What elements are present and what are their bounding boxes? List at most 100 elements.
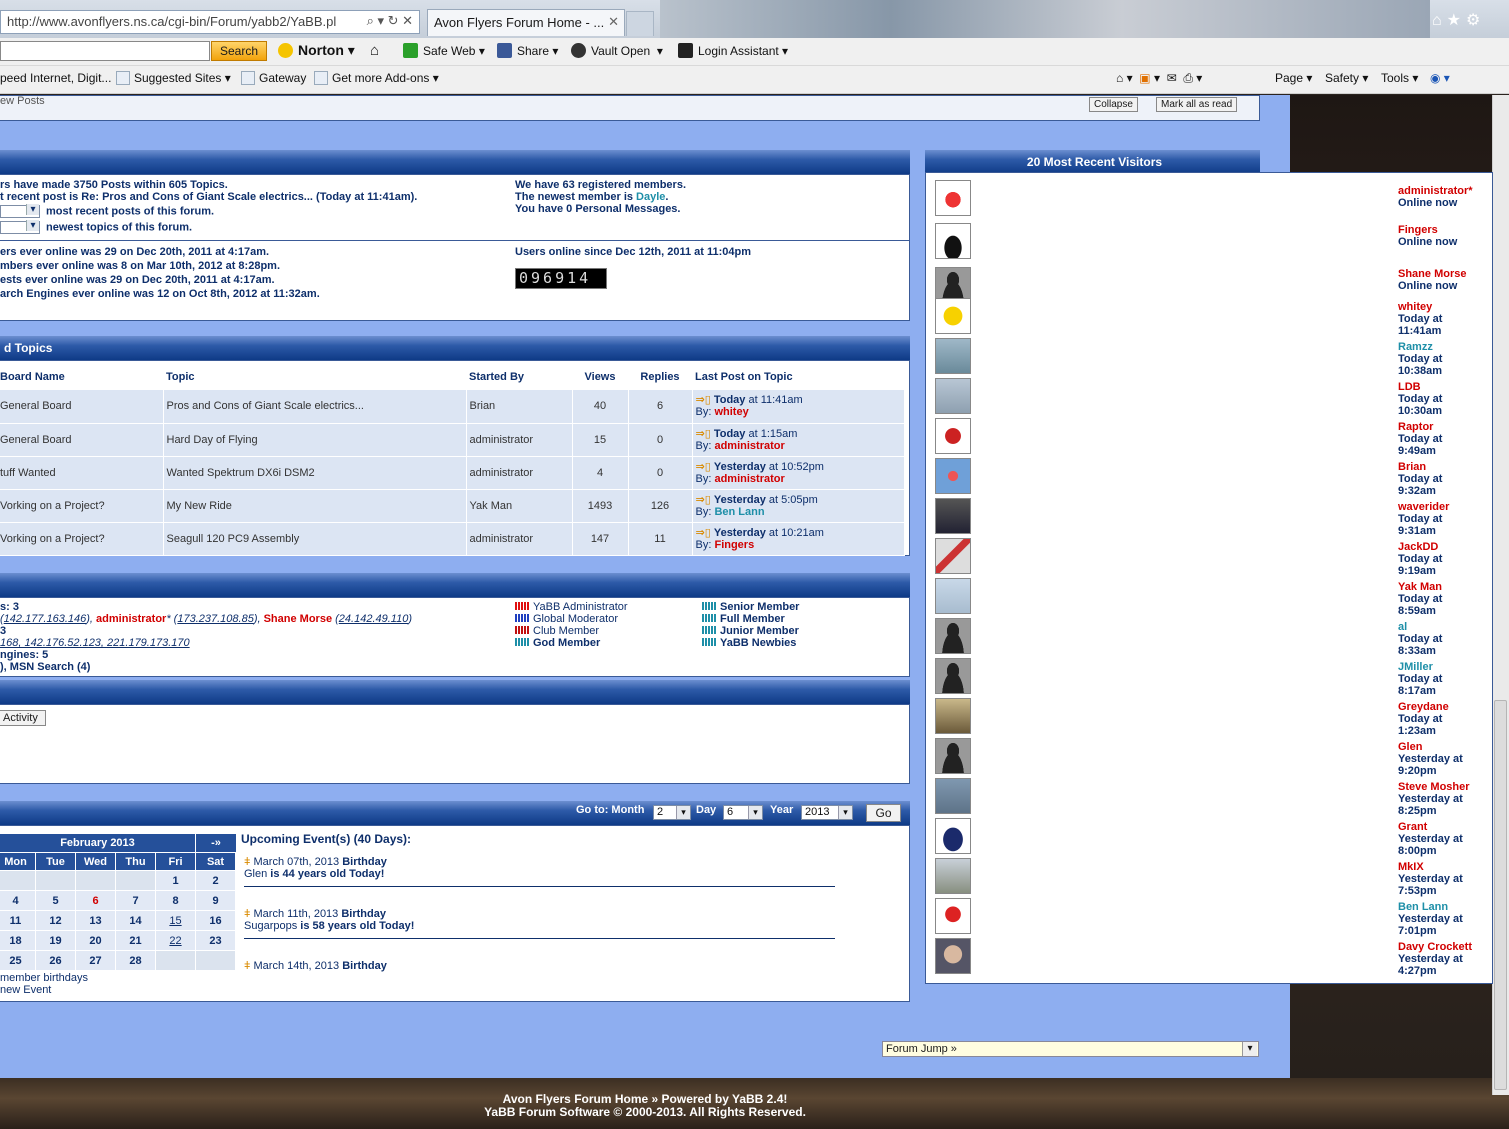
last-post-arrow-icon[interactable]: ⇒▯ [696,461,711,473]
last-poster-link[interactable]: Fingers [714,539,754,551]
month-select[interactable]: 2 [653,805,691,820]
safety-menu[interactable]: Safety ▾ [1325,71,1368,85]
calendar-day[interactable]: 23 [195,930,236,951]
visitor-avatar[interactable] [935,778,971,814]
calendar-day[interactable]: 16 [195,910,236,931]
calendar-day[interactable]: 8 [155,890,196,911]
norton-button[interactable]: Norton ▾ [278,42,355,59]
calendar-day[interactable]: 26 [35,950,76,971]
visitor-avatar[interactable] [935,738,971,774]
favorite-suggested-sites[interactable]: Suggested Sites ▾ [116,71,231,85]
visitor-name-link[interactable]: Yak Man [1398,581,1442,593]
calendar-day[interactable]: 18 [0,930,36,951]
visitor-avatar[interactable] [935,418,971,454]
visitor-name-link[interactable]: Grant [1398,821,1427,833]
event-person[interactable]: Glen [244,868,267,880]
topic-link[interactable]: Wanted Spektrum DX6i DSM2 [163,456,467,490]
calendar-day[interactable]: 7 [115,890,156,911]
favorite-add-ons[interactable]: Get more Add-ons ▾ [314,71,439,85]
login-assistant-button[interactable]: Login Assistant ▾ [678,43,788,58]
visitor-avatar[interactable] [935,858,971,894]
scrollbar-thumb[interactable] [1494,700,1507,1090]
board-name-cell[interactable]: General Board [0,423,164,457]
favorite-internet[interactable]: peed Internet, Digit... [0,71,111,85]
last-poster-link[interactable]: Ben Lann [714,506,764,518]
visitor-name-link[interactable]: Fingers [1398,224,1438,236]
calendar-day[interactable]: 1 [155,870,196,891]
visitor-name-link[interactable]: Davy Crockett [1398,941,1472,953]
mark-all-read-button[interactable]: Mark all as read [1156,97,1238,112]
newest-topics-select[interactable] [0,220,40,234]
topic-link[interactable]: My New Ride [163,489,467,523]
visitor-name-link[interactable]: MkIX [1398,861,1424,873]
toolbar-search-button[interactable]: Search [211,41,267,61]
calendar-next-button[interactable]: -» [196,834,236,852]
visitor-name-link[interactable]: Shane Morse [1398,268,1466,280]
visitor-name-link[interactable]: JMiller [1398,661,1433,673]
last-post-arrow-icon[interactable]: ⇒▯ [696,394,711,406]
collapse-button[interactable]: Collapse [1089,97,1138,112]
home-star-gear-icons[interactable]: ⌂★⚙ [1432,10,1509,34]
visitor-avatar[interactable] [935,180,971,216]
calendar-day[interactable]: 2 [195,870,236,891]
visitor-name-link[interactable]: Steve Mosher [1398,781,1470,793]
calendar-day[interactable]: 21 [115,930,156,951]
visitor-name-link[interactable]: whitey [1398,301,1432,313]
tools-menu[interactable]: Tools ▾ [1381,71,1418,85]
visitor-avatar[interactable] [935,458,971,494]
vault-open-button[interactable]: Vault Open ▾ [571,43,663,58]
visitor-avatar[interactable] [935,938,971,974]
calendar-day[interactable]: 13 [75,910,116,931]
visitor-name-link[interactable]: Glen [1398,741,1422,753]
visitor-name-link[interactable]: Ramzz [1398,341,1433,353]
topic-link[interactable]: Pros and Cons of Giant Scale electrics..… [163,390,467,424]
page-menu[interactable]: Page ▾ [1275,71,1312,85]
visitor-name-link[interactable]: waverider [1398,501,1449,513]
visitor-name-link[interactable]: administrator* [1398,185,1473,197]
board-name-cell[interactable]: tuff Wanted [0,456,164,490]
calendar-day[interactable]: 20 [75,930,116,951]
toolbar-search-input[interactable] [0,41,210,61]
guest-ips[interactable]: 168, 142.176.52.123, 221.179.173.170 [0,637,190,649]
day-select[interactable]: 6 [723,805,763,820]
new-posts-link[interactable]: ew Posts [0,95,45,107]
calendar-day[interactable]: 6 [75,890,116,911]
ip-link-3[interactable]: 24.142.49.110 [339,613,409,625]
last-post-arrow-icon[interactable]: ⇒▯ [696,527,711,539]
calendar-day[interactable]: 27 [75,950,116,971]
browser-tab-active[interactable]: Avon Flyers Forum Home - ... ✕ [427,9,625,36]
calendar-day[interactable]: 4 [0,890,36,911]
address-actions-icon[interactable]: ⌕ ▾ ↻ ✕ [367,13,413,29]
address-bar[interactable]: http://www.avonflyers.ns.ca/cgi-bin/Foru… [0,10,420,34]
last-poster-link[interactable]: whitey [714,406,748,418]
calendar-day[interactable]: 25 [0,950,36,971]
command-icons[interactable]: ⌂ ▾ ▣ ▾ ✉ ⎙ ▾ [1116,71,1202,86]
ip-link-1[interactable]: 142.177.163.146 [4,613,87,625]
ip-link-2[interactable]: 173.237.108.85 [177,613,253,625]
last-post-arrow-icon[interactable]: ⇒▯ [696,428,711,440]
visitor-avatar[interactable] [935,298,971,334]
go-button[interactable]: Go [866,804,901,822]
visitor-avatar[interactable] [935,378,971,414]
board-name-cell[interactable]: Vorking on a Project? [0,489,164,523]
last-post-arrow-icon[interactable]: ⇒▯ [696,494,711,506]
visitor-avatar[interactable] [935,698,971,734]
last-poster-link[interactable]: administrator [714,473,784,485]
visitor-avatar[interactable] [935,618,971,654]
visitor-avatar[interactable] [935,498,971,534]
visitor-avatar[interactable] [935,338,971,374]
calendar-day[interactable]: 14 [115,910,156,931]
year-select[interactable]: 2013 [801,805,853,820]
home-icon[interactable]: ⌂ [370,42,379,59]
topic-link[interactable]: Hard Day of Flying [163,423,467,457]
board-name-cell[interactable]: General Board [0,390,164,424]
calendar-day[interactable]: 28 [115,950,156,971]
visitor-name-link[interactable]: al [1398,621,1407,633]
visitor-avatar[interactable] [935,578,971,614]
share-button[interactable]: Share ▾ [497,43,558,58]
online-admin-link[interactable]: administrator [96,613,166,625]
visitor-name-link[interactable]: JackDD [1398,541,1438,553]
safe-web-button[interactable]: Safe Web ▾ [403,43,485,58]
visitor-avatar[interactable] [935,223,971,259]
event-person[interactable]: Sugarpops [244,920,297,932]
